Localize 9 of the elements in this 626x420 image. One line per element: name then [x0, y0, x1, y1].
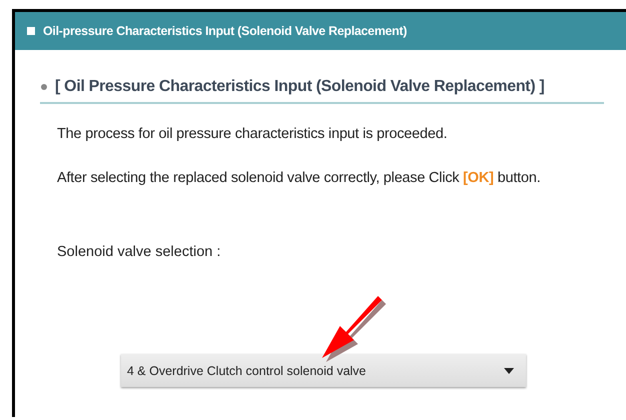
window-title: Oil-pressure Characteristics Input (Solenoid Valve Replacement) [43, 24, 407, 38]
selection-label: Solenoid valve selection : [57, 244, 222, 260]
instruction-text: The process for oil pressure characteristics input is proceeded. [57, 126, 448, 142]
square-icon [27, 27, 35, 35]
bullet-icon [41, 84, 47, 90]
valve-dropdown[interactable]: 4 & Overdrive Clutch control solenoid valve [121, 354, 526, 387]
caret-icon [504, 368, 514, 374]
instruction-text: After selecting the replaced solenoid valve correctly, please Click [OK] button. [57, 170, 542, 186]
section-heading: [ Oil Pressure Characteristics Input (Solenoid Valve Replacement) ] [55, 78, 544, 96]
